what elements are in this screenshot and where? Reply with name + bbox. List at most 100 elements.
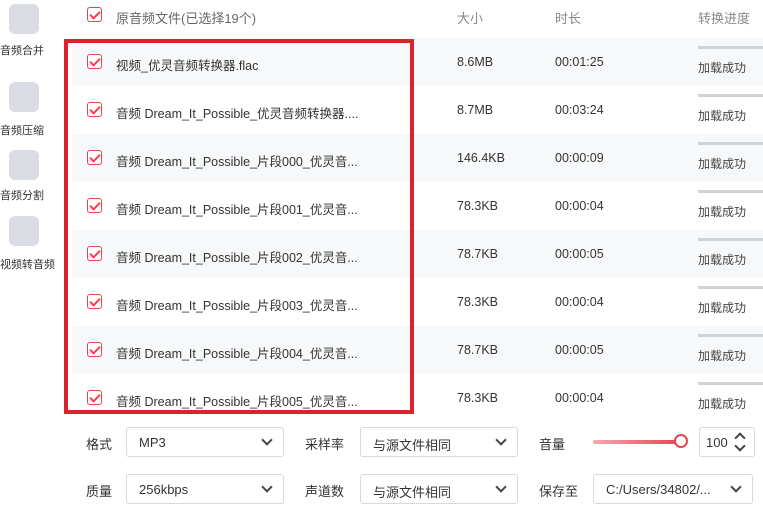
volume-label: 音量 (539, 437, 566, 452)
table-row[interactable]: 音频 Dream_It_Possible_片段001_优灵音... 78.3KB… (72, 182, 763, 230)
split-icon (9, 150, 39, 180)
file-duration: 00:01:25 (555, 55, 604, 69)
row-checkbox[interactable] (87, 390, 102, 405)
file-name: 音频 Dream_It_Possible_片段003_优灵音... (116, 299, 358, 313)
status-text: 加载成功 (698, 301, 747, 315)
channels-label: 声道数 (305, 484, 345, 499)
channels-value: 与源文件相同 (373, 485, 452, 500)
chevron-down-icon (495, 481, 507, 493)
sidebar-item-label: 视频转音频 (0, 259, 55, 271)
progress-bar (698, 334, 763, 337)
file-size: 78.7KB (457, 247, 499, 261)
table-row[interactable]: 视频_优灵音频转换器.flac 8.6MB 00:01:25 加载成功 (72, 38, 763, 86)
status-text: 加载成功 (698, 253, 747, 267)
table-header: 原音频文件(已选择19个) 大小 时长 转换进度 (72, 0, 763, 32)
file-size: 78.3KB (457, 391, 499, 405)
progress-bar (698, 142, 763, 145)
row-checkbox[interactable] (87, 54, 102, 69)
format-select[interactable]: MP3 (126, 427, 284, 457)
file-duration: 00:03:24 (555, 103, 604, 117)
quality-value: 256kbps (139, 482, 189, 497)
progress-bar (698, 46, 763, 49)
sidebar-item-compress[interactable]: 音频压缩 (0, 76, 58, 137)
table-row[interactable]: 音频 Dream_It_Possible_片段000_优灵音... 146.4K… (72, 134, 763, 182)
file-size: 146.4KB (457, 151, 505, 165)
sidebar-item-merge[interactable]: 音频合并 (0, 0, 58, 57)
chevron-down-icon (495, 434, 507, 446)
file-size: 78.3KB (457, 199, 499, 213)
row-checkbox[interactable] (87, 150, 102, 165)
chevron-down-icon (261, 434, 273, 446)
column-progress: 转换进度 (698, 11, 751, 26)
quality-select[interactable]: 256kbps (126, 474, 284, 504)
status-text: 加载成功 (698, 61, 747, 75)
chevron-down-icon (730, 481, 742, 493)
file-name: 音频 Dream_It_Possible_片段002_优灵音... (116, 251, 358, 265)
save-path-select[interactable]: C:/Users/34802/... (593, 474, 753, 504)
sample-rate-value: 与源文件相同 (373, 438, 452, 453)
sample-rate-label: 采样率 (305, 437, 345, 452)
table-row[interactable]: 音频 Dream_It_Possible_优灵音频转换器.... 8.7MB 0… (72, 86, 763, 134)
table-row[interactable]: 音频 Dream_It_Possible_片段005_优灵音... 78.3KB… (72, 374, 763, 422)
sidebar-item-label: 音频压缩 (0, 125, 44, 137)
file-duration: 00:00:04 (555, 295, 604, 309)
save-to-label: 保存至 (539, 484, 579, 499)
sidebar-item-split[interactable]: 音频分割 (0, 146, 58, 206)
select-all-label: 原音频文件(已选择19个) (116, 11, 257, 26)
progress-bar (698, 382, 763, 385)
status-text: 加载成功 (698, 349, 747, 363)
status-text: 加载成功 (698, 397, 747, 411)
volume-slider-fill (593, 440, 681, 444)
file-size: 8.6MB (457, 55, 494, 69)
file-duration: 00:00:04 (555, 199, 604, 213)
file-duration: 00:00:05 (555, 247, 604, 261)
file-size: 78.7KB (457, 343, 499, 357)
file-name: 音频 Dream_It_Possible_优灵音频转换器.... (116, 107, 359, 121)
column-size: 大小 (457, 11, 484, 26)
table-row[interactable]: 音频 Dream_It_Possible_片段002_优灵音... 78.7KB… (72, 230, 763, 278)
file-duration: 00:00:05 (555, 343, 604, 357)
sidebar-item-label: 音频合并 (0, 45, 44, 57)
sidebar-item-video-to-audio[interactable]: 视频转音频 (0, 212, 58, 272)
volume-stepper[interactable]: 100 (699, 427, 755, 457)
video-to-audio-icon (9, 216, 39, 246)
format-label: 格式 (86, 437, 113, 452)
progress-bar (698, 286, 763, 289)
column-duration: 时长 (555, 11, 582, 26)
sample-rate-select[interactable]: 与源文件相同 (360, 427, 518, 457)
file-name: 视频_优灵音频转换器.flac (116, 59, 259, 73)
table-row[interactable]: 音频 Dream_It_Possible_片段003_优灵音... 78.3KB… (72, 278, 763, 326)
format-value: MP3 (139, 435, 166, 450)
progress-bar (698, 190, 763, 193)
merge-icon (9, 4, 39, 34)
file-duration: 00:00:09 (555, 151, 604, 165)
compress-icon (9, 82, 39, 112)
file-size: 8.7MB (457, 103, 494, 117)
row-checkbox[interactable] (87, 198, 102, 213)
file-duration: 00:00:04 (555, 391, 604, 405)
status-text: 加载成功 (698, 157, 747, 171)
progress-bar (698, 238, 763, 241)
file-name: 音频 Dream_It_Possible_片段000_优灵音... (116, 155, 358, 169)
row-checkbox[interactable] (87, 342, 102, 357)
row-checkbox[interactable] (87, 246, 102, 261)
file-name: 音频 Dream_It_Possible_片段001_优灵音... (116, 203, 358, 217)
volume-slider-handle[interactable] (674, 434, 688, 448)
table-row[interactable]: 音频 Dream_It_Possible_片段004_优灵音... 78.7KB… (72, 326, 763, 374)
progress-bar (698, 94, 763, 97)
channels-select[interactable]: 与源文件相同 (360, 474, 518, 504)
file-name: 音频 Dream_It_Possible_片段004_优灵音... (116, 347, 358, 361)
save-path-value: C:/Users/34802/... (606, 482, 711, 497)
volume-slider[interactable] (593, 440, 681, 444)
sidebar-item-label: 音频分割 (0, 190, 44, 202)
row-checkbox[interactable] (87, 102, 102, 117)
sidebar: 音频合并 音频压缩 音频分割 视频转音频 (0, 0, 58, 507)
quality-label: 质量 (86, 484, 113, 499)
app-window: 音频合并 音频压缩 音频分割 视频转音频 原音频文件(已选择19个) 大小 时长… (0, 0, 763, 507)
status-text: 加载成功 (698, 205, 747, 219)
chevron-down-icon[interactable] (734, 440, 746, 452)
chevron-down-icon (261, 481, 273, 493)
select-all-checkbox[interactable] (87, 7, 102, 22)
row-checkbox[interactable] (87, 294, 102, 309)
volume-value: 100 (706, 435, 728, 450)
